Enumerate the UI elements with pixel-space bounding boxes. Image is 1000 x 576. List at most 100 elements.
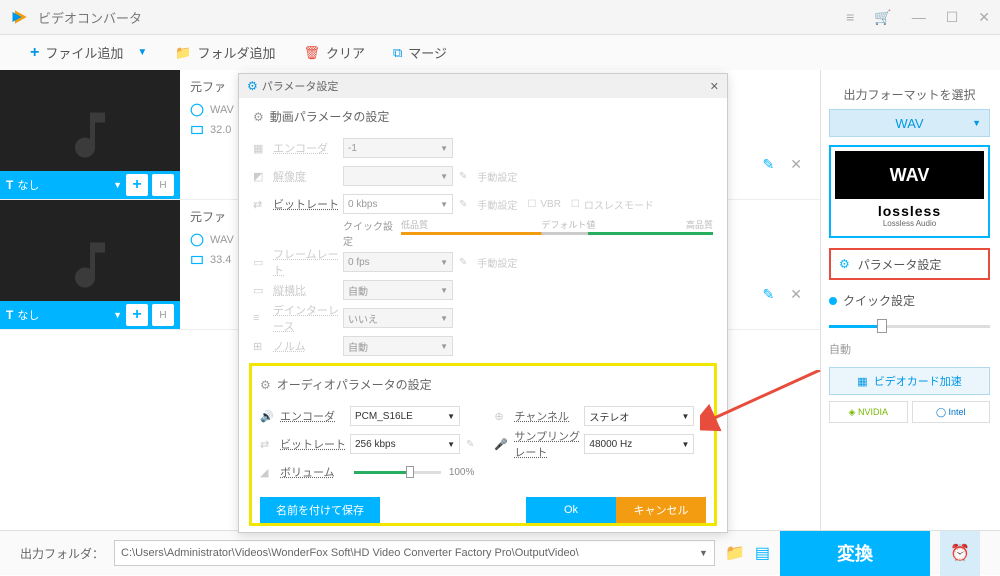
channel-select[interactable]: ステレオ▼ [584,406,694,426]
speaker-icon: 🔊 [260,410,280,423]
output-format-label: 出力フォーマットを選択 [829,86,990,103]
deinterlace-select: いいえ▼ [343,308,453,328]
film-icon: ▦ [253,142,273,155]
remove-file-button[interactable]: ✕ [790,286,802,303]
alarm-icon: ⏰ [950,543,970,563]
chevron-down-icon: ▼ [113,180,122,190]
deinterlace-icon: ≡ [253,312,273,324]
parameter-settings-button[interactable]: ⚙パラメータ設定 [829,248,990,280]
merge-icon: ⧉ [393,45,402,61]
alarm-button[interactable]: ⏰ [940,531,980,576]
subtitle-select[interactable]: なし [17,307,109,323]
resolution-icon: ◩ [253,170,273,183]
folder-icon [190,123,204,137]
save-as-button[interactable]: 名前を付けて保存 [260,497,380,523]
add-subtitle-button[interactable]: + [126,174,148,196]
folder-plus-icon: 📁 [175,45,191,61]
add-subtitle-button[interactable]: + [126,304,148,326]
format-dropdown[interactable]: WAV▼ [829,109,990,137]
add-folder-button[interactable]: 📁フォルダ追加 [175,43,275,62]
chip-icon: ▦ [857,375,867,388]
minimize-button[interactable]: — [912,9,926,26]
bitrate-icon: ⇄ [253,198,273,211]
lossless-checkbox: ☐ロスレスモード [571,197,654,212]
plus-icon: + [30,44,39,62]
pencil-icon: ✎ [459,257,467,268]
gear-icon: ⚙ [253,110,264,124]
gear-icon: ⚙ [260,378,271,392]
fps-select: 0 fps▼ [343,252,453,272]
pencil-icon[interactable]: ✎ [459,199,467,210]
quick-settings-label: クイック設定 [829,292,990,309]
menu-icon[interactable]: ≡ [846,9,854,26]
chevron-down-icon: ▼ [972,118,981,128]
samplerate-select[interactable]: 48000 Hz▼ [584,434,694,454]
edit-file-button[interactable]: ✎ [763,286,775,303]
intel-badge: ◯ Intel [912,401,991,423]
intel-icon: ◯ [936,407,946,418]
pencil-icon: ✎ [459,171,467,182]
vbr-checkbox: ☐VBR [527,199,561,210]
close-button[interactable]: ✕ [978,9,990,26]
merge-button[interactable]: ⧉マージ [393,43,447,62]
norm-select: 自動▼ [343,336,453,356]
volume-slider[interactable] [354,471,441,474]
file-thumbnail[interactable]: T なし ▼ + H [0,70,180,199]
convert-button[interactable]: 変換 [780,531,930,576]
nvidia-badge: ◈ NVIDIA [829,401,908,423]
ok-button[interactable]: Ok [526,497,616,523]
wave-icon [190,103,204,117]
app-logo-icon [10,7,30,27]
quality-bar: 低品質デフォルト値高品質 [401,232,713,235]
dialog-title: パラメータ設定 [262,78,339,94]
add-file-button[interactable]: +ファイル追加 [30,43,123,62]
music-note-icon [60,235,120,295]
browse-folder-button[interactable]: 📁 [725,543,745,563]
pencil-icon[interactable]: ✎ [466,439,474,450]
aspect-select: 自動▼ [343,280,453,300]
music-note-icon [60,105,120,165]
video-section-header: 動画パラメータの設定 [270,108,390,125]
add-file-dropdown[interactable]: ▼ [137,47,147,58]
chevron-down-icon: ▼ [699,548,708,558]
subtitle-select[interactable]: なし [17,177,109,193]
trash-icon: 🗑 [303,45,320,61]
clear-button[interactable]: 🗑クリア [303,43,365,62]
maximize-button[interactable]: ☐ [946,9,959,26]
video-bitrate-select[interactable]: 0 kbps▼ [343,194,453,214]
open-folder-button[interactable]: ▤ [755,543,770,563]
bitrate-icon: ⇄ [260,438,280,451]
nvidia-icon: ◈ [849,407,856,418]
sliders-icon: ⚙ [839,257,850,271]
norm-icon: ⊞ [253,340,273,353]
cart-icon[interactable]: 🛒 [874,9,891,26]
cancel-button[interactable]: キャンセル [616,497,706,523]
output-path-input[interactable]: C:\Users\Administrator\Videos\WonderFox … [114,540,715,566]
sliders-icon: ⚙ [247,79,258,93]
dialog-close-button[interactable]: ✕ [710,80,719,93]
wave-icon [190,233,204,247]
app-title: ビデオコンバータ [38,8,846,27]
audio-bitrate-select[interactable]: 256 kbps▼ [350,434,460,454]
mic-icon: 🎤 [494,438,514,451]
remove-file-button[interactable]: ✕ [790,156,802,173]
subtitle-h-button[interactable]: H [152,304,174,326]
parameter-dialog: ⚙パラメータ設定✕ ⚙動画パラメータの設定 ▦エンコーダ-1▼ ◩解像度▼✎手動… [238,73,728,533]
edit-file-button[interactable]: ✎ [763,156,775,173]
channel-icon: ⊕ [494,410,514,423]
subtitle-h-button[interactable]: H [152,174,174,196]
output-folder-label: 出力フォルダ： [20,545,104,562]
dot-icon [829,297,837,305]
quality-slider[interactable] [829,317,990,337]
aspect-icon: ▭ [253,284,273,297]
audio-section-header: オーディオパラメータの設定 [277,376,432,393]
audio-encoder-select[interactable]: PCM_S16LE▼ [350,406,460,426]
format-card[interactable]: WAV losslessLossless Audio [829,145,990,238]
resolution-select: ▼ [343,166,453,186]
subtitle-t-icon: T [6,308,13,322]
gpu-accel-button[interactable]: ▦ビデオカード加速 [829,367,990,395]
volume-icon: ◢ [260,466,280,479]
file-thumbnail[interactable]: T なし ▼ + H [0,200,180,329]
chevron-down-icon: ▼ [113,310,122,320]
folder-icon [190,253,204,267]
